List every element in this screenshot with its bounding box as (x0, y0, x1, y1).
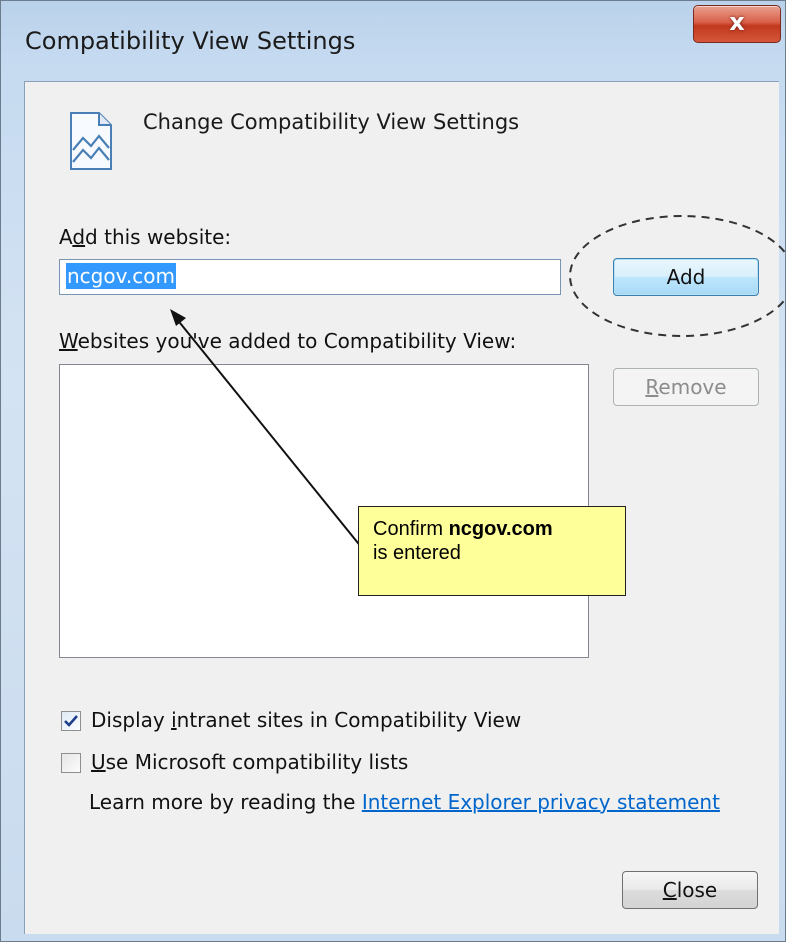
remove-button[interactable]: Remove (613, 368, 759, 406)
add-website-label: Add this website: (59, 225, 232, 249)
use-ms-lists-label: Use Microsoft compatibility lists (91, 750, 409, 774)
privacy-statement-link[interactable]: Internet Explorer privacy statement (362, 790, 720, 814)
website-input-value: ncgov.com (66, 263, 176, 289)
use-ms-lists-checkbox[interactable] (61, 753, 81, 773)
websites-list-label: Websites you've added to Compatibility V… (59, 329, 517, 353)
title-bar[interactable]: Compatibility View Settings x (1, 1, 785, 81)
window-title: Compatibility View Settings (25, 27, 356, 55)
website-input[interactable]: ncgov.com (59, 259, 561, 295)
close-icon: x (729, 8, 745, 36)
add-button[interactable]: Add (613, 258, 759, 296)
compatibility-view-icon (70, 112, 112, 170)
dialog-window: Compatibility View Settings x Change Com… (0, 0, 786, 942)
learn-more-text: Learn more by reading the Internet Explo… (89, 790, 720, 814)
window-close-button[interactable]: x (693, 5, 781, 43)
close-button[interactable]: Close (622, 871, 758, 909)
display-intranet-checkbox[interactable] (61, 711, 81, 731)
annotation-callout: Confirm ncgov.com is entered (358, 506, 626, 596)
checkmark-icon (64, 715, 78, 727)
header-title: Change Compatibility View Settings (143, 110, 520, 134)
display-intranet-label: Display intranet sites in Compatibility … (91, 708, 522, 732)
